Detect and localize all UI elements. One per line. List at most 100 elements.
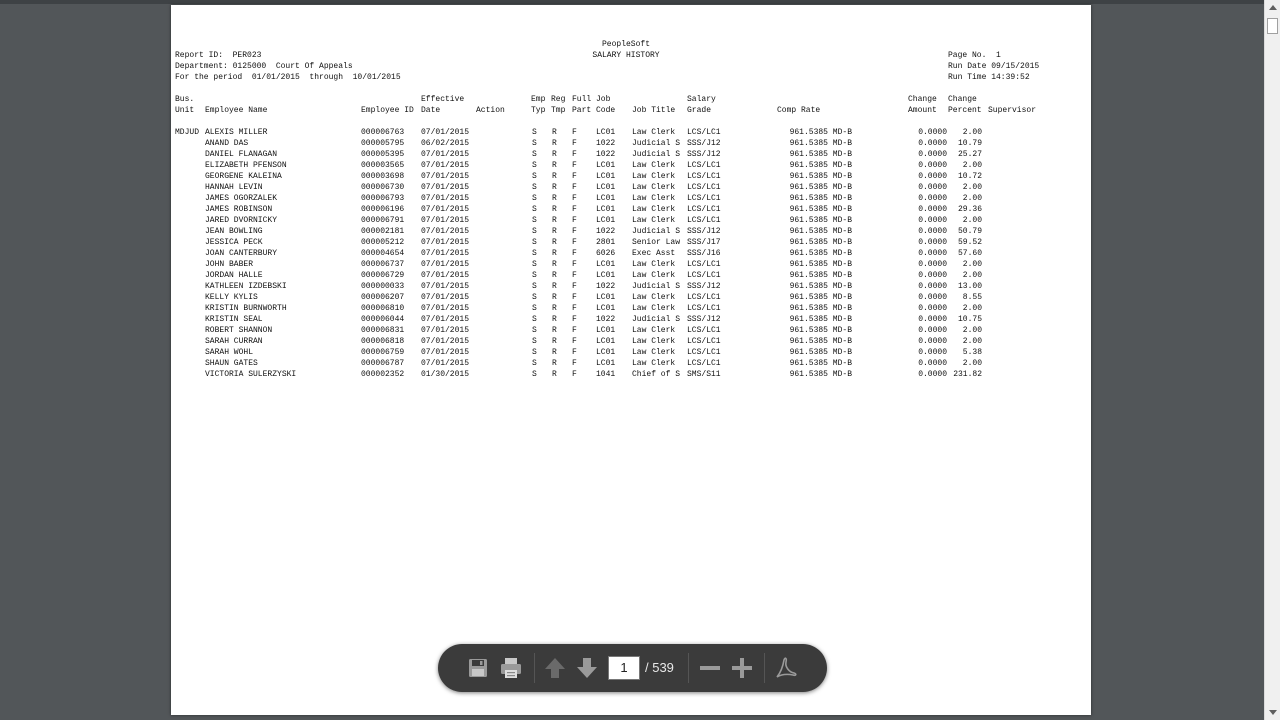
cell-effective-date: 07/01/2015: [421, 348, 470, 357]
page-number-input[interactable]: 1: [608, 656, 640, 680]
cell-change-amount: 0.0000: [918, 139, 947, 148]
cell-salary-grade: LCS/LC1: [687, 216, 721, 225]
cell-comp-rate: 961.5385 MD-B: [789, 227, 852, 236]
cell-comp-rate: 961.5385 MD-B: [789, 326, 852, 335]
cell-full-part: F: [572, 128, 577, 137]
cell-salary-grade: LCS/LC1: [687, 172, 721, 181]
cell-effective-date: 01/30/2015: [421, 370, 470, 379]
cell-reg-tmp: R: [552, 282, 557, 291]
cell-job-code: 1022: [596, 150, 616, 159]
cell-job-code: LC01: [596, 172, 616, 181]
cell-full-part: F: [572, 238, 577, 247]
zoom-out-button[interactable]: [694, 652, 726, 684]
cell-effective-date: 07/01/2015: [421, 326, 470, 335]
cell-effective-date: 07/01/2015: [421, 216, 470, 225]
cell-change-amount: 0.0000: [918, 150, 947, 159]
scrollbar-thumb[interactable]: [1267, 18, 1278, 34]
cell-job-title: Law Clerk: [632, 337, 676, 346]
cell-change-percent: 2.00: [962, 359, 982, 368]
cell-comp-rate: 961.5385 MD-B: [789, 194, 852, 203]
cell-employee-id: 000006044: [361, 315, 405, 324]
cell-reg-tmp: R: [552, 249, 557, 258]
cell-job-title: Law Clerk: [632, 194, 676, 203]
header-supervisor: Supervisor: [988, 106, 1037, 115]
save-icon: [469, 659, 487, 677]
cell-effective-date: 07/01/2015: [421, 128, 470, 137]
cell-comp-rate: 961.5385 MD-B: [789, 304, 852, 313]
cell-reg-tmp: R: [552, 293, 557, 302]
cell-full-part: F: [572, 249, 577, 258]
next-page-button[interactable]: [571, 652, 603, 684]
cell-job-code: LC01: [596, 205, 616, 214]
cell-job-code: 1022: [596, 139, 616, 148]
cell-change-percent: 10.79: [957, 139, 982, 148]
cell-employee-id: 000006831: [361, 326, 405, 335]
vertical-scrollbar[interactable]: [1264, 0, 1280, 720]
scroll-down-icon[interactable]: [1269, 710, 1277, 715]
cell-change-percent: 10.72: [957, 172, 982, 181]
cell-change-percent: 2.00: [962, 326, 982, 335]
cell-employee-id: 000006196: [361, 205, 405, 214]
header-emp-2: Typ: [531, 106, 546, 115]
cell-employee-id: 000004654: [361, 249, 405, 258]
header-change-percent-2: Percent: [948, 106, 982, 115]
cell-job-title: Law Clerk: [632, 172, 676, 181]
cell-full-part: F: [572, 337, 577, 346]
cell-comp-rate: 961.5385 MD-B: [789, 282, 852, 291]
cell-job-code: LC01: [596, 348, 616, 357]
cell-full-part: F: [572, 205, 577, 214]
cell-emp-typ: S: [532, 139, 537, 148]
previous-page-button[interactable]: [539, 652, 571, 684]
cell-reg-tmp: R: [552, 315, 557, 324]
cell-salary-grade: SMS/S11: [687, 370, 721, 379]
cell-reg-tmp: R: [552, 205, 557, 214]
cell-change-amount: 0.0000: [918, 359, 947, 368]
cell-job-code: LC01: [596, 271, 616, 280]
cell-job-code: 1022: [596, 227, 616, 236]
header-job-2: Code: [596, 106, 616, 115]
cell-comp-rate: 961.5385 MD-B: [789, 205, 852, 214]
cell-job-code: LC01: [596, 326, 616, 335]
cell-reg-tmp: R: [552, 128, 557, 137]
cell-employee-name: HANNAH LEVIN: [205, 183, 263, 192]
cell-reg-tmp: R: [552, 139, 557, 148]
cell-change-percent: 2.00: [962, 216, 982, 225]
cell-change-percent: 2.00: [962, 194, 982, 203]
cell-employee-id: 000006763: [361, 128, 405, 137]
open-in-acrobat-button[interactable]: [769, 652, 801, 684]
cell-full-part: F: [572, 172, 577, 181]
department: Department: 0125000 Court Of Appeals: [175, 62, 353, 71]
cell-job-title: Law Clerk: [632, 326, 676, 335]
cell-job-title: Law Clerk: [632, 348, 676, 357]
zoom-in-button[interactable]: [726, 652, 758, 684]
cell-job-code: LC01: [596, 216, 616, 225]
cell-effective-date: 07/01/2015: [421, 150, 470, 159]
cell-employee-name: SHAUN GATES: [205, 359, 258, 368]
minus-icon: [700, 666, 720, 670]
cell-employee-id: 000006787: [361, 359, 405, 368]
header-reg-1: Reg: [551, 95, 566, 104]
cell-employee-id: 000000033: [361, 282, 405, 291]
cell-change-amount: 0.0000: [918, 260, 947, 269]
cell-effective-date: 07/01/2015: [421, 271, 470, 280]
cell-salary-grade: LCS/LC1: [687, 359, 721, 368]
cell-change-percent: 25.27: [957, 150, 982, 159]
scroll-up-icon[interactable]: [1269, 5, 1277, 10]
cell-change-percent: 13.00: [957, 282, 982, 291]
cell-job-code: 6026: [596, 249, 616, 258]
cell-employee-name: ANAND DAS: [205, 139, 249, 148]
cell-salary-grade: LCS/LC1: [687, 194, 721, 203]
cell-effective-date: 07/01/2015: [421, 359, 470, 368]
header-change-amount-1: Change: [908, 95, 937, 104]
cell-employee-name: KELLY KYLIS: [205, 293, 258, 302]
cell-change-amount: 0.0000: [918, 249, 947, 258]
print-button[interactable]: [495, 652, 527, 684]
cell-job-code: LC01: [596, 183, 616, 192]
save-button[interactable]: [462, 652, 494, 684]
cell-employee-name: ELIZABETH PFENSON: [205, 161, 287, 170]
cell-change-amount: 0.0000: [918, 216, 947, 225]
header-salary-1: Salary: [687, 95, 716, 104]
cell-change-percent: 2.00: [962, 183, 982, 192]
cell-change-percent: 5.38: [962, 348, 982, 357]
cell-employee-id: 000006207: [361, 293, 405, 302]
